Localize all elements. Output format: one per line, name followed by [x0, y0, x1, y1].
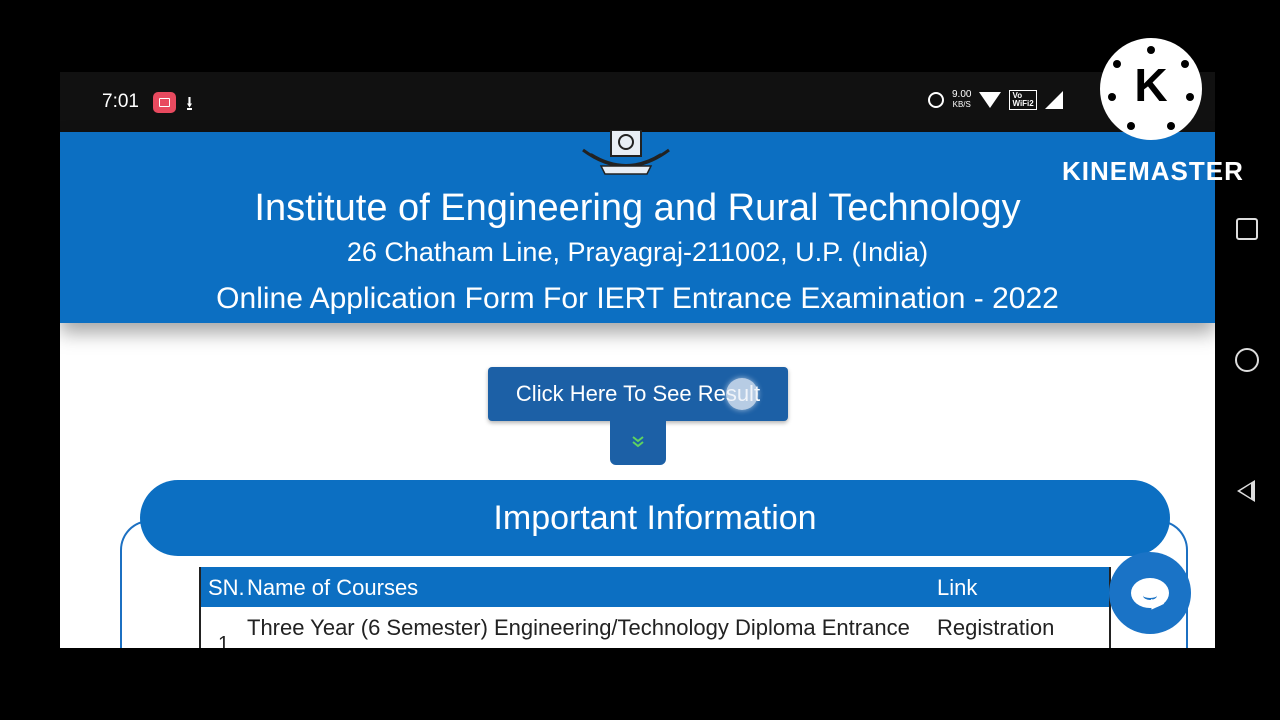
double-chevron-down-icon[interactable] [610, 419, 666, 465]
header-sn: SN. [208, 575, 245, 600]
download-icon: ⭳ [186, 93, 193, 115]
wifi-icon [979, 92, 1002, 108]
registration-link[interactable]: Registration [937, 615, 1054, 641]
signal-icon [1044, 91, 1063, 109]
status-bar: 7:01 ⭳ 9.00 KB/S Vo WiFi2 [60, 72, 1215, 132]
site-header: Institute of Engineering and Rural Techn… [60, 130, 1215, 323]
header-link: Link [937, 575, 978, 600]
emblem-icon [582, 130, 670, 175]
header-name-of-courses: Name of Courses [247, 575, 419, 600]
courses-table: SN. Name of Courses Link 1 Three Year (6… [199, 567, 1111, 648]
institute-address: 26 Chatham Line, Prayagraj-211002, U.P. … [346, 237, 929, 267]
form-title: Online Application Form For IERT Entranc… [216, 282, 1059, 315]
kinemaster-watermark: KINEMASTER [1062, 156, 1244, 186]
network-speed: 9.00 KB/S [952, 89, 972, 110]
status-icons: 9.00 KB/S Vo WiFi2 [928, 90, 1063, 110]
table-header: SN. Name of Courses Link [201, 567, 1109, 607]
row-course-name: Three Year (6 Semester) Engineering/Tech… [247, 615, 910, 640]
important-info-title: Important Information [140, 480, 1170, 556]
touch-indicator [726, 378, 758, 410]
phone-screen: 7:01 ⭳ 9.00 KB/S Vo WiFi2 Institute of En… [60, 72, 1215, 648]
kinemaster-logo: K [1100, 38, 1202, 140]
chat-button[interactable] [1109, 552, 1191, 634]
row-sn: 1 [218, 633, 230, 648]
alarm-icon [928, 92, 944, 108]
volte-icon: Vo WiFi2 [1009, 90, 1037, 110]
screen-record-icon [153, 92, 176, 113]
back-icon[interactable] [1237, 480, 1255, 502]
chat-icon [1131, 578, 1169, 608]
home-icon[interactable] [1235, 348, 1259, 372]
institute-title: Institute of Engineering and Rural Techn… [254, 187, 1021, 229]
status-time: 7:01 [102, 91, 139, 112]
recents-icon[interactable] [1236, 218, 1258, 240]
